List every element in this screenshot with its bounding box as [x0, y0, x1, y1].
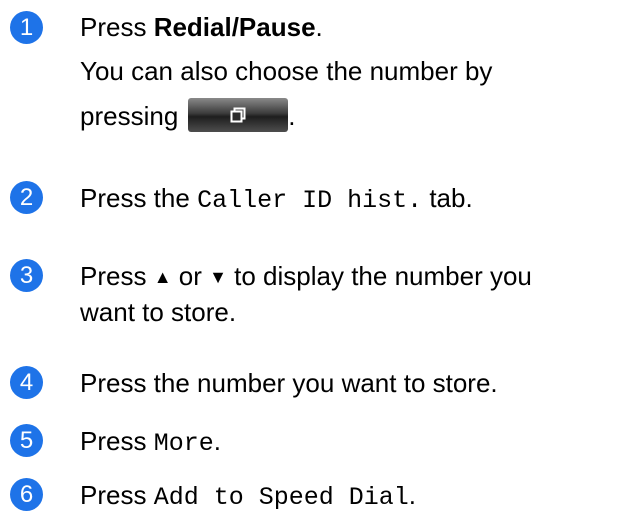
step-6-line: Press Add to Speed Dial.: [80, 480, 416, 512]
step-3-line-1: Press ▲ or ▼ to display the number you: [80, 261, 532, 291]
history-window-icon: [230, 107, 246, 123]
step-number-badge: 2: [10, 181, 43, 214]
down-arrow-icon: ▼: [209, 267, 227, 287]
step-number-badge: 6: [10, 478, 43, 511]
up-arrow-icon: ▲: [153, 267, 172, 287]
step-1-line-3: pressing.: [80, 98, 296, 135]
step-number-badge: 5: [10, 424, 43, 457]
step-number-badge: 4: [10, 366, 43, 399]
caller-id-hist-tab-label: Caller ID hist.: [197, 186, 423, 215]
redial-pause-key-label: Redial/Pause: [153, 12, 316, 42]
step-1-line-2: You can also choose the number by: [80, 56, 493, 86]
more-button-label: More: [153, 429, 214, 458]
history-button[interactable]: [188, 98, 289, 133]
step-4-line: Press the number you want to store.: [80, 368, 498, 398]
add-to-speed-dial-label: Add to Speed Dial: [153, 483, 409, 512]
step-3-line-2: want to store.: [80, 297, 237, 327]
step-number-badge: 1: [10, 11, 43, 44]
step-number-badge: 3: [10, 259, 43, 292]
step-5-line: Press More.: [80, 426, 221, 458]
instruction-page: 1 Press Redial/Pause. You can also choos…: [0, 0, 625, 518]
step-1-line-1: Press Redial/Pause.: [80, 12, 323, 42]
step-2-line: Press the Caller ID hist. tab.: [80, 183, 473, 215]
